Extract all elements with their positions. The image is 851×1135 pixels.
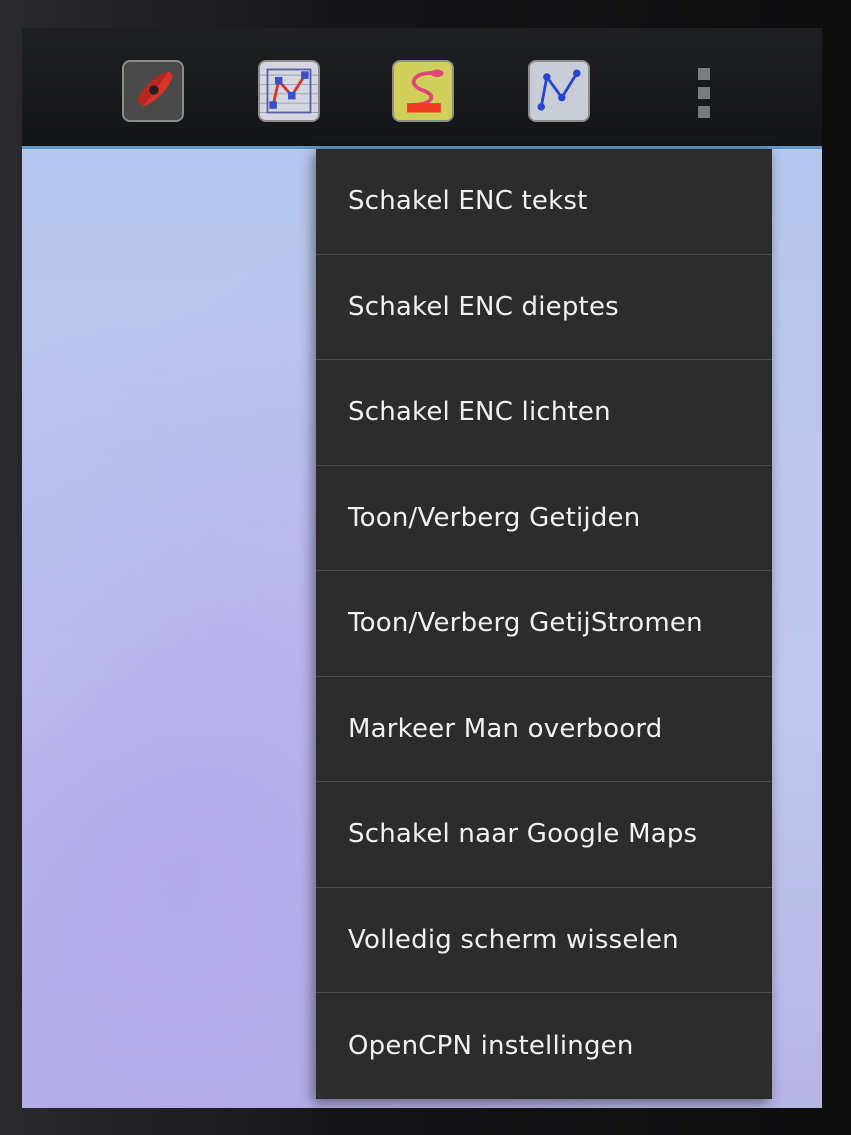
menu-item-settings[interactable]: OpenCPN instellingen [316, 993, 772, 1099]
overflow-menu: Schakel ENC tekst Schakel ENC dieptes Sc… [316, 149, 772, 1099]
waypoints-icon [530, 62, 588, 120]
overflow-dot [698, 106, 710, 118]
menu-item-fullscreen[interactable]: Volledig scherm wisselen [316, 888, 772, 993]
boat-icon [124, 62, 182, 120]
menu-item-currents[interactable]: Toon/Verberg GetijStromen [316, 571, 772, 677]
menu-item-tides[interactable]: Toon/Verberg Getijden [316, 466, 772, 571]
overflow-dot [698, 87, 710, 99]
menu-item-google-maps[interactable]: Schakel naar Google Maps [316, 782, 772, 888]
menu-item-man-overboard[interactable]: Markeer Man overboord [316, 677, 772, 782]
menu-item-enc-lights[interactable]: Schakel ENC lichten [316, 360, 772, 466]
track-icon [394, 62, 452, 120]
overflow-dot [698, 68, 710, 80]
track-button[interactable] [392, 60, 454, 122]
waypoints-button[interactable] [528, 60, 590, 122]
menu-item-enc-text[interactable]: Schakel ENC tekst [316, 149, 772, 255]
toolbar [22, 28, 822, 149]
screen: Schakel ENC tekst Schakel ENC dieptes Sc… [22, 28, 822, 1108]
route-button[interactable] [258, 60, 320, 122]
more-vert-icon[interactable] [692, 68, 716, 118]
boat-button[interactable] [122, 60, 184, 122]
menu-item-enc-depths[interactable]: Schakel ENC dieptes [316, 255, 772, 360]
route-icon [260, 62, 318, 120]
